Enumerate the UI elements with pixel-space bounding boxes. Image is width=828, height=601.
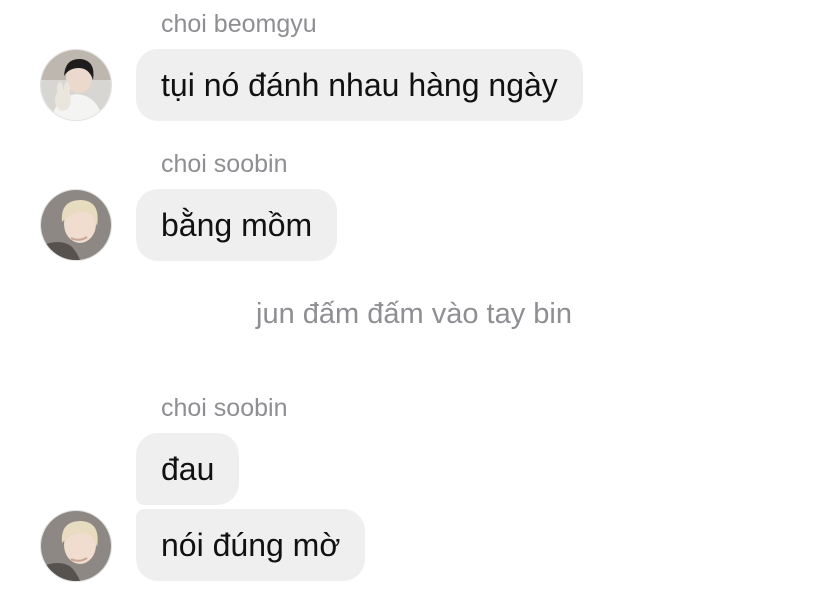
message-bubble-2[interactable]: bằng mồm bbox=[136, 189, 338, 261]
sender-name-soobin: choi soobin bbox=[161, 150, 288, 178]
soobin-avatar-image-2 bbox=[41, 511, 111, 581]
sender-name-beomgyu: choi beomgyu bbox=[161, 10, 317, 38]
message-text-4: nói đúng mờ bbox=[161, 527, 341, 563]
message-bubble-1[interactable]: tụi nó đánh nhau hàng ngày bbox=[136, 49, 583, 121]
beomgyu-avatar-image bbox=[41, 50, 111, 120]
message-text-1: tụi nó đánh nhau hàng ngày bbox=[161, 67, 558, 103]
message-text-2: bằng mồm bbox=[161, 207, 313, 243]
soobin-avatar-icon-2[interactable] bbox=[40, 510, 112, 582]
soobin-avatar-image-1 bbox=[41, 190, 111, 260]
message-bubble-4[interactable]: nói đúng mờ bbox=[136, 509, 366, 581]
message-bubble-3[interactable]: đau bbox=[136, 433, 240, 505]
sender-name-soobin-2: choi soobin bbox=[161, 394, 288, 422]
soobin-avatar-icon[interactable] bbox=[40, 189, 112, 261]
message-text-3: đau bbox=[161, 451, 215, 487]
system-note: jun đấm đấm vào tay bin bbox=[256, 298, 572, 330]
beomgyu-avatar-icon[interactable] bbox=[40, 49, 112, 121]
